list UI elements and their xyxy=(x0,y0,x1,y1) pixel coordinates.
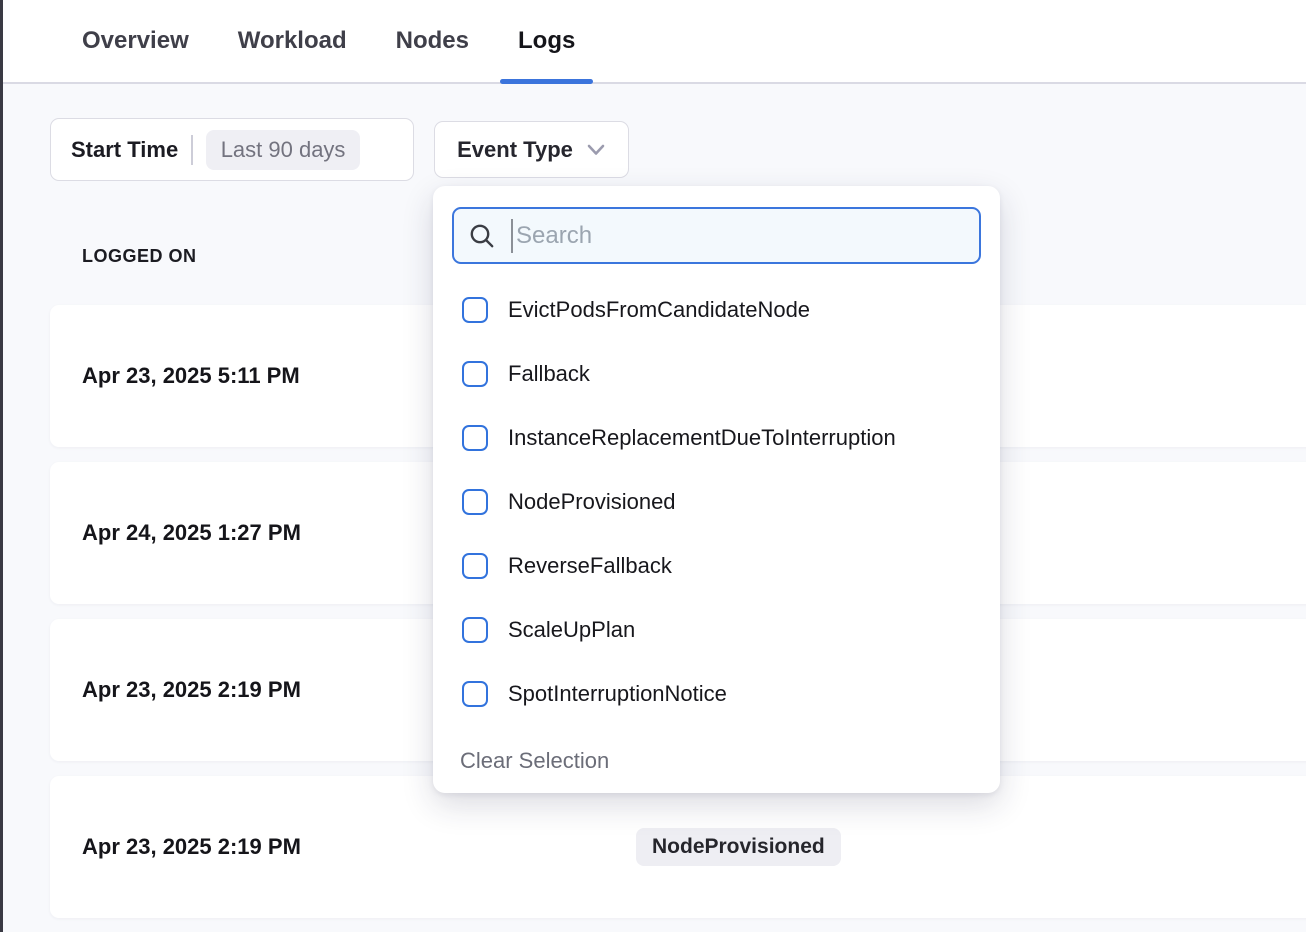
tab[interactable]: Nodes xyxy=(378,0,487,82)
logged-on-cell: Apr 24, 2025 1:27 PM xyxy=(82,520,301,546)
tab[interactable]: Logs xyxy=(500,0,593,82)
search-input[interactable] xyxy=(516,222,965,250)
checkbox[interactable] xyxy=(462,297,488,323)
option-label: ScaleUpPlan xyxy=(508,617,635,643)
checkbox[interactable] xyxy=(462,681,488,707)
event-type-option[interactable]: NodeProvisioned xyxy=(452,470,981,534)
checkbox[interactable] xyxy=(462,553,488,579)
logged-on-cell: Apr 23, 2025 5:11 PM xyxy=(82,363,300,389)
option-label: InstanceReplacementDueToInterruption xyxy=(508,425,896,451)
checkbox[interactable] xyxy=(462,617,488,643)
event-type-option[interactable]: SpotInterruptionNotice xyxy=(452,662,981,726)
event-type-filter-button[interactable]: Event Type xyxy=(434,121,629,178)
clear-selection-button[interactable]: Clear Selection xyxy=(452,748,981,774)
event-type-label: Event Type xyxy=(457,137,573,163)
tab-label: Overview xyxy=(82,27,189,55)
option-label: NodeProvisioned xyxy=(508,489,676,515)
checkbox[interactable] xyxy=(462,489,488,515)
option-label: ReverseFallback xyxy=(508,553,672,579)
filter-bar: Start Time Last 90 days Event Type xyxy=(50,118,629,181)
option-label: EvictPodsFromCandidateNode xyxy=(508,297,810,323)
tab-label: Logs xyxy=(518,27,575,55)
event-type-option[interactable]: ReverseFallback xyxy=(452,534,981,598)
event-type-options-list: EvictPodsFromCandidateNode Fallback Inst… xyxy=(452,278,981,726)
search-box[interactable] xyxy=(452,207,981,264)
event-type-badge: NodeProvisioned xyxy=(636,828,841,866)
logged-on-column-header: LOGGED ON xyxy=(82,246,197,267)
checkbox[interactable] xyxy=(462,425,488,451)
start-time-value-pill: Last 90 days xyxy=(206,130,361,170)
logged-on-cell: Apr 23, 2025 2:19 PM xyxy=(82,677,301,703)
text-cursor xyxy=(511,219,513,253)
tab-label: Nodes xyxy=(396,27,469,55)
event-type-option[interactable]: InstanceReplacementDueToInterruption xyxy=(452,406,981,470)
start-time-filter-button[interactable]: Start Time Last 90 days xyxy=(50,118,414,181)
event-type-dropdown-panel: EvictPodsFromCandidateNode Fallback Inst… xyxy=(433,186,1000,793)
option-label: SpotInterruptionNotice xyxy=(508,681,727,707)
tab-label: Workload xyxy=(238,27,347,55)
option-label: Fallback xyxy=(508,361,590,387)
divider xyxy=(191,135,193,165)
window-left-edge xyxy=(0,0,3,932)
logged-on-cell: Apr 23, 2025 2:19 PM xyxy=(82,834,301,860)
event-type-option[interactable]: Fallback xyxy=(452,342,981,406)
table-row[interactable]: Apr 23, 2025 2:19 PM NodeProvisioned xyxy=(50,776,1306,918)
tab-bar: Overview Workload Nodes Logs xyxy=(0,0,1306,84)
chevron-down-icon xyxy=(586,143,606,157)
start-time-label: Start Time xyxy=(71,137,178,163)
event-type-option[interactable]: EvictPodsFromCandidateNode xyxy=(452,278,981,342)
tab[interactable]: Overview xyxy=(64,0,207,82)
event-type-option[interactable]: ScaleUpPlan xyxy=(452,598,981,662)
checkbox[interactable] xyxy=(462,361,488,387)
tab[interactable]: Workload xyxy=(220,0,365,82)
search-icon xyxy=(468,222,496,250)
